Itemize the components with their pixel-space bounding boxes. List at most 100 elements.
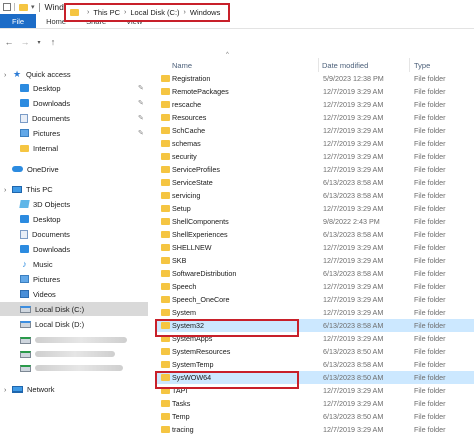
sidebar-item-pc-pictures[interactable]: Pictures	[20, 272, 60, 286]
file-name: rescache	[172, 100, 202, 109]
file-type: File folder	[414, 321, 446, 330]
breadcrumb-this-pc[interactable]: This PC	[93, 8, 120, 17]
sidebar-item-network[interactable]: Network	[12, 382, 55, 396]
file-type: File folder	[414, 412, 446, 421]
table-row[interactable]: Resources 12/7/2019 3:29 AM File folder	[155, 111, 474, 124]
column-header-date[interactable]: Date modified	[322, 58, 368, 72]
app-menu-icon[interactable]	[3, 3, 11, 11]
table-row[interactable]: SoftwareDistribution 6/13/2023 8:58 AM Fil…	[155, 267, 474, 280]
table-row[interactable]: schemas 12/7/2019 3:29 AM File folder	[155, 137, 474, 150]
back-arrow-icon[interactable]: ←	[3, 37, 15, 47]
sidebar-item-internal[interactable]: Internal	[20, 141, 58, 155]
table-row[interactable]: SKB 12/7/2019 3:29 AM File folder	[155, 254, 474, 267]
sidebar-item-documents[interactable]: Documents	[20, 111, 70, 125]
address-bar[interactable]: › This PC › Local Disk (C:) › Windows	[64, 3, 230, 22]
sidebar-item-pc-downloads[interactable]: Downloads	[20, 242, 70, 256]
folder-icon	[161, 140, 170, 147]
table-row[interactable]: ShellExperiences 6/13/2023 8:58 AM File fo…	[155, 228, 474, 241]
table-row[interactable]: servicing 6/13/2023 8:58 AM File folder	[155, 189, 474, 202]
sidebar-item-local-disk-d[interactable]: Local Disk (D:)	[20, 317, 84, 331]
file-date-modified: 12/7/2019 3:29 AM	[323, 308, 384, 317]
file-type: File folder	[414, 152, 446, 161]
sidebar-item-network-drive[interactable]	[20, 361, 123, 375]
download-icon	[20, 245, 29, 253]
pin-icon[interactable]: ✎	[138, 99, 144, 107]
column-divider[interactable]	[318, 58, 319, 72]
table-row[interactable]: ServiceState 6/13/2023 8:58 AM File folder	[155, 176, 474, 189]
column-header-name[interactable]: Name	[172, 58, 192, 72]
sidebar-item-music[interactable]: ♪ Music	[20, 257, 52, 271]
sidebar-item-pc-documents[interactable]: Documents	[20, 227, 70, 241]
up-arrow-icon[interactable]: ↑	[47, 37, 59, 47]
file-name: Resources	[172, 113, 207, 122]
table-row[interactable]: SHELLNEW 12/7/2019 3:29 AM File folder	[155, 241, 474, 254]
tab-file[interactable]: File	[0, 14, 37, 28]
new-folder-icon[interactable]	[19, 3, 28, 11]
sidebar-item-downloads[interactable]: Downloads	[20, 96, 70, 110]
file-type: File folder	[414, 126, 446, 135]
chevron-right-icon[interactable]: ›	[4, 387, 6, 394]
table-row[interactable]: security 12/7/2019 3:29 AM File folder	[155, 150, 474, 163]
sidebar-item-this-pc[interactable]: This PC	[12, 182, 53, 196]
folder-icon	[161, 244, 170, 251]
file-date-modified: 12/7/2019 3:29 AM	[323, 165, 384, 174]
file-type: File folder	[414, 191, 446, 200]
file-date-modified: 6/13/2023 8:58 AM	[323, 178, 384, 187]
sidebar-item-desktop[interactable]: Desktop	[20, 81, 61, 95]
sidebar-item-videos[interactable]: Videos	[20, 287, 56, 301]
table-row[interactable]: ServiceProfiles 12/7/2019 3:29 AM File fol…	[155, 163, 474, 176]
video-icon	[20, 290, 29, 298]
file-type: File folder	[414, 425, 446, 434]
file-date-modified: 6/13/2023 8:58 AM	[323, 321, 384, 330]
sidebar-item-network-drive[interactable]	[20, 347, 115, 361]
breadcrumb-windows[interactable]: Windows	[190, 8, 220, 17]
sidebar-item-quick-access[interactable]: ★ Quick access	[12, 67, 71, 81]
file-date-modified: 6/13/2023 8:58 AM	[323, 230, 384, 239]
recent-chevron-icon[interactable]: ▾	[33, 39, 45, 46]
drive-icon	[20, 305, 31, 313]
pin-icon[interactable]: ✎	[138, 129, 144, 137]
table-row[interactable]: RemotePackages 12/7/2019 3:29 AM File fold…	[155, 85, 474, 98]
sidebar-item-pc-desktop[interactable]: Desktop	[20, 212, 61, 226]
folder-icon	[161, 179, 170, 186]
music-icon: ♪	[22, 259, 27, 269]
table-row[interactable]: ShellComponents 9/8/2022 2:43 PM File fold…	[155, 215, 474, 228]
chevron-down-icon[interactable]: ›	[4, 187, 6, 194]
file-date-modified: 6/13/2023 8:50 AM	[323, 373, 384, 382]
breadcrumb-local-disk-c[interactable]: Local Disk (C:)	[130, 8, 179, 17]
table-row[interactable]: SystemResources 6/13/2023 8:50 AM File fol…	[155, 345, 474, 358]
pin-icon[interactable]: ✎	[138, 114, 144, 122]
column-divider[interactable]	[409, 58, 410, 72]
sidebar-item-pictures[interactable]: Pictures	[20, 126, 60, 140]
table-row[interactable]: Registration 5/9/2023 12:38 PM File folder	[155, 72, 474, 85]
table-row[interactable]: tracing 12/7/2019 3:29 AM File folder	[155, 423, 474, 436]
folder-icon	[161, 127, 170, 134]
file-type: File folder	[414, 243, 446, 252]
table-row[interactable]: Temp 6/13/2023 8:50 AM File folder	[155, 410, 474, 423]
sidebar-item-local-disk-c[interactable]: Local Disk (C:)	[0, 302, 148, 316]
folder-icon	[20, 144, 29, 152]
file-date-modified: 6/13/2023 8:50 AM	[323, 412, 384, 421]
file-name: RemotePackages	[172, 87, 229, 96]
table-row[interactable]: Speech 12/7/2019 3:29 AM File folder	[155, 280, 474, 293]
table-row[interactable]: Tasks 12/7/2019 3:29 AM File folder	[155, 397, 474, 410]
table-row[interactable]: System 12/7/2019 3:29 AM File folder	[155, 306, 474, 319]
chevron-down-icon[interactable]: ›	[4, 72, 6, 79]
forward-arrow-icon[interactable]: →	[19, 37, 31, 47]
table-row[interactable]: SystemTemp 6/13/2023 8:58 AM File folder	[155, 358, 474, 371]
column-header-type[interactable]: Type	[414, 58, 430, 72]
file-name: SHELLNEW	[172, 243, 212, 252]
chevron-right-icon: ›	[183, 9, 186, 16]
chevron-down-icon[interactable]: ▾	[31, 3, 35, 11]
sidebar-item-network-drive[interactable]	[20, 333, 127, 347]
sidebar-item-onedrive[interactable]: OneDrive	[12, 162, 59, 176]
table-row[interactable]: Speech_OneCore 12/7/2019 3:29 AM File fold…	[155, 293, 474, 306]
table-row[interactable]: rescache 12/7/2019 3:29 AM File folder	[155, 98, 474, 111]
pictures-icon	[20, 275, 29, 283]
folder-icon	[161, 218, 170, 225]
sidebar-item-3d-objects[interactable]: 3D Objects	[19, 197, 70, 211]
table-row[interactable]: Setup 12/7/2019 3:29 AM File folder	[155, 202, 474, 215]
pin-icon[interactable]: ✎	[138, 84, 144, 92]
redacted-label	[35, 351, 115, 357]
table-row[interactable]: SchCache 12/7/2019 3:29 AM File folder	[155, 124, 474, 137]
